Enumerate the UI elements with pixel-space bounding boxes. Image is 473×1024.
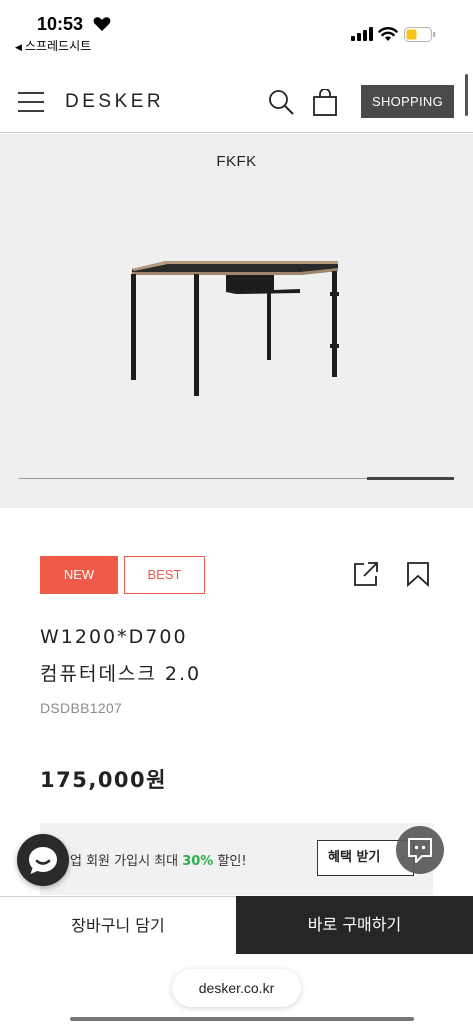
site-header: DESKER SHOPPING xyxy=(0,70,473,133)
menu-icon[interactable] xyxy=(18,92,44,112)
badge-new: NEW xyxy=(40,556,118,594)
share-icon[interactable] xyxy=(353,561,379,587)
chat-button[interactable] xyxy=(17,834,69,886)
product-brand: FKFK xyxy=(216,153,257,170)
status-time: 10:53 xyxy=(37,14,84,34)
product-image xyxy=(131,261,339,396)
url-bar[interactable]: desker.co.kr xyxy=(172,969,301,1007)
talk-icon xyxy=(408,838,432,863)
purchase-action-bar: 장바구니 담기 바로 구매하기 xyxy=(0,896,473,954)
promo-text: 업 회원 가입시 최대 30% 할인! xyxy=(70,850,247,869)
product-code: DSDBB1207 xyxy=(40,700,123,716)
status-bar: 10:53 ◀ 스프레드시트 xyxy=(0,0,473,70)
page-scrollbar[interactable] xyxy=(465,74,468,116)
brand-logo[interactable]: DESKER xyxy=(65,91,164,113)
chat-bubble-icon xyxy=(29,847,57,874)
product-image-carousel[interactable]: FKFK xyxy=(0,134,473,508)
heart-icon xyxy=(93,17,111,31)
promo-text-after: 할인! xyxy=(213,854,247,869)
signal-icon xyxy=(351,27,373,41)
battery-icon xyxy=(404,27,436,42)
product-title-size: W1200*D700 xyxy=(40,626,188,648)
back-to-app-link[interactable]: ◀ 스프레드시트 xyxy=(15,37,91,54)
product-title-name: 컴퓨터데스크 2.0 xyxy=(40,663,202,685)
search-icon[interactable] xyxy=(268,89,294,115)
back-arrow-icon: ◀ xyxy=(15,43,22,53)
buy-now-button[interactable]: 바로 구매하기 xyxy=(236,896,473,954)
badge-best: BEST xyxy=(124,556,205,594)
bookmark-icon[interactable] xyxy=(406,561,430,587)
signup-promo-banner: 업 회원 가입시 최대 30% 할인! 혜택 받기› xyxy=(40,823,433,895)
home-indicator[interactable] xyxy=(70,1017,414,1021)
promo-discount: 30% xyxy=(182,854,214,869)
shopping-bag-icon[interactable] xyxy=(313,89,337,116)
product-price: 175,000원 xyxy=(40,768,167,792)
browser-toolbar: desker.co.kr xyxy=(0,954,473,1024)
carousel-indicator[interactable] xyxy=(367,477,454,480)
get-benefit-label: 혜택 받기 xyxy=(328,850,381,865)
talk-button[interactable] xyxy=(396,826,444,874)
add-to-cart-button[interactable]: 장바구니 담기 xyxy=(0,897,236,954)
wifi-icon xyxy=(378,27,398,41)
shopping-button[interactable]: SHOPPING xyxy=(361,85,454,118)
back-app-label: 스프레드시트 xyxy=(24,39,92,53)
promo-text-before: 업 회원 가입시 최대 xyxy=(70,854,183,869)
